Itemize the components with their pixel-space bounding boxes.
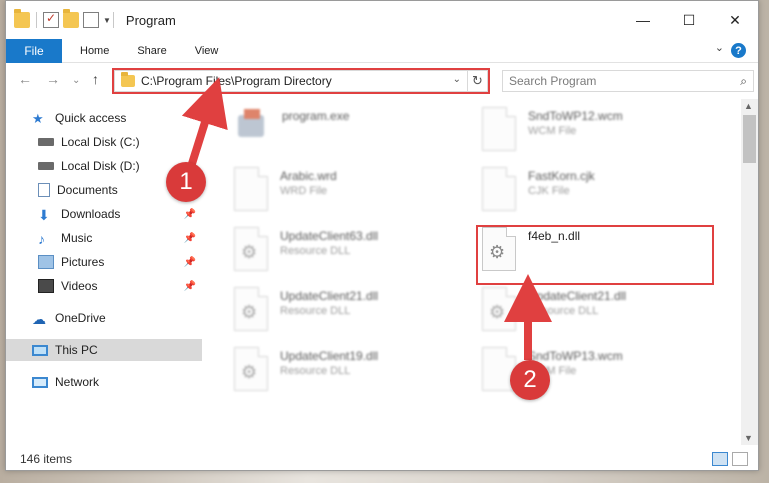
step-2-badge: 2 — [510, 360, 550, 400]
step-1-badge: 1 — [166, 162, 206, 202]
arrow-to-address-bar — [181, 77, 228, 172]
annotation-arrows — [181, 77, 552, 360]
